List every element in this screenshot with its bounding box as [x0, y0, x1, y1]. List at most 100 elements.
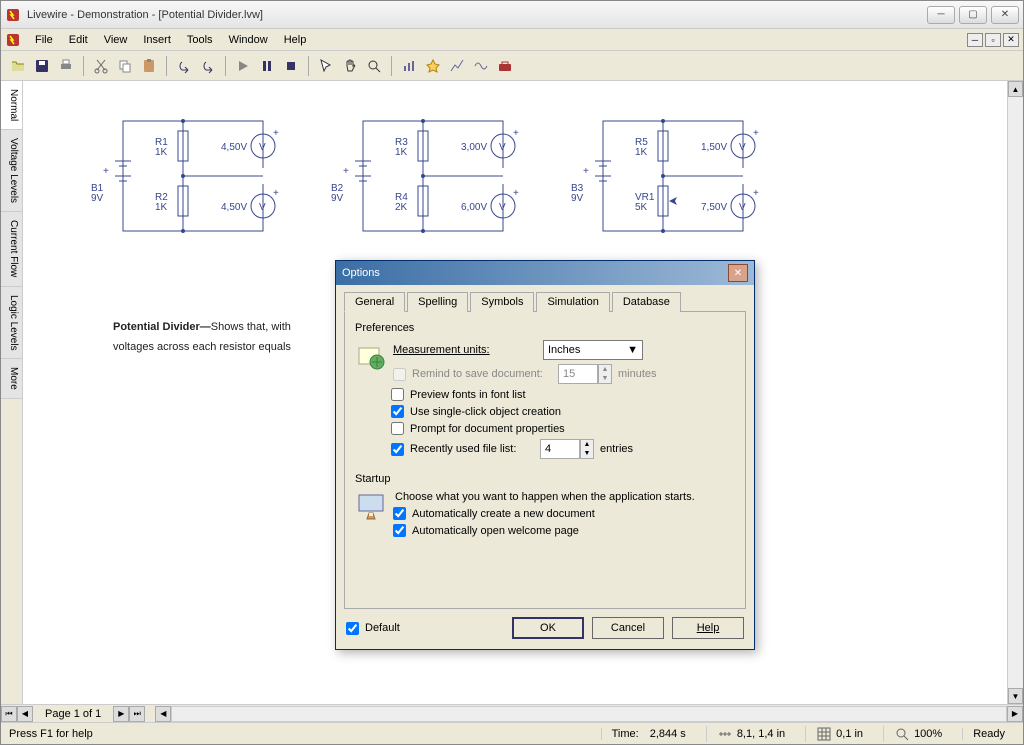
autonew-row: Automatically create a new document	[393, 507, 735, 520]
cancel-button[interactable]: Cancel	[592, 617, 664, 639]
menu-edit[interactable]: Edit	[61, 32, 96, 48]
pause-icon[interactable]	[256, 55, 278, 77]
svg-text:3,00V: 3,00V	[461, 142, 487, 153]
play-icon[interactable]	[232, 55, 254, 77]
startup-label: Startup	[355, 473, 735, 485]
recent-check[interactable]	[391, 443, 404, 456]
stop-icon[interactable]	[280, 55, 302, 77]
svg-text:+: +	[753, 128, 759, 139]
undo-icon[interactable]	[173, 55, 195, 77]
tab-general[interactable]: General	[344, 292, 405, 312]
tab-database[interactable]: Database	[612, 292, 681, 312]
chart-icon[interactable]	[398, 55, 420, 77]
pointer-icon[interactable]	[315, 55, 337, 77]
statusbar: Press F1 for help Time: 2,844 s 8,1, 1,4…	[1, 722, 1023, 744]
minimize-button[interactable]: ─	[927, 6, 955, 24]
ok-button[interactable]: OK	[512, 617, 584, 639]
svg-text:V: V	[259, 202, 266, 213]
tab-normal[interactable]: Normal	[1, 81, 22, 130]
page-prev-icon[interactable]: ◀	[17, 706, 33, 722]
status-ready: Ready	[962, 728, 1015, 740]
svg-text:4,50V: 4,50V	[221, 142, 247, 153]
single-row: Use single-click object creation	[391, 405, 735, 418]
meas-row: Measurement units: Inches▼	[393, 340, 735, 360]
zoom-icon	[894, 726, 910, 742]
scope-icon[interactable]	[470, 55, 492, 77]
tab-logic[interactable]: Logic Levels	[1, 287, 22, 360]
redo-icon[interactable]	[197, 55, 219, 77]
hscroll-track[interactable]	[171, 706, 1007, 722]
autonew-check[interactable]	[393, 507, 406, 520]
close-button[interactable]: ✕	[991, 6, 1019, 24]
svg-text:1K: 1K	[635, 147, 648, 158]
toolbox-icon[interactable]	[494, 55, 516, 77]
page-next-icon[interactable]: ▶	[113, 706, 129, 722]
preview-check[interactable]	[391, 388, 404, 401]
svg-text:2K: 2K	[395, 202, 408, 213]
menu-help[interactable]: Help	[276, 32, 315, 48]
tab-simulation[interactable]: Simulation	[536, 292, 609, 312]
recent-spinner[interactable]: ▲▼	[580, 439, 594, 459]
dialog-body: Preferences Measurement units: Inches▼ R…	[344, 311, 746, 609]
help-button[interactable]: Help	[672, 617, 744, 639]
svg-text:+: +	[273, 128, 279, 139]
svg-text:7,50V: 7,50V	[701, 202, 727, 213]
status-zoom: 100%	[883, 726, 952, 742]
single-check[interactable]	[391, 405, 404, 418]
scroll-left-icon[interactable]: ◀	[155, 706, 171, 722]
autowelcome-check[interactable]	[393, 524, 406, 537]
default-check[interactable]	[346, 622, 359, 635]
svg-text:9V: 9V	[331, 193, 344, 204]
save-icon[interactable]	[31, 55, 53, 77]
scroll-right-icon[interactable]: ▶	[1007, 706, 1023, 722]
menu-insert[interactable]: Insert	[135, 32, 179, 48]
meas-select[interactable]: Inches▼	[543, 340, 643, 360]
doc-heading: Potential Divider—	[113, 321, 211, 333]
dialog-title: Options ✕	[336, 261, 754, 285]
graph-icon[interactable]	[446, 55, 468, 77]
hand-icon[interactable]	[339, 55, 361, 77]
toolbar-sep	[83, 56, 84, 76]
page-last-icon[interactable]: ⏭	[129, 706, 145, 722]
svg-text:+: +	[753, 188, 759, 199]
menu-view[interactable]: View	[96, 32, 136, 48]
page-first-icon[interactable]: ⏮	[1, 706, 17, 722]
cut-icon[interactable]	[90, 55, 112, 77]
menu-window[interactable]: Window	[221, 32, 276, 48]
toolbar	[1, 51, 1023, 81]
vscroll[interactable]: ▲ ▼	[1007, 81, 1023, 704]
child-close[interactable]: ✕	[1003, 33, 1019, 47]
tab-symbols[interactable]: Symbols	[470, 292, 534, 312]
toolbar-sep	[308, 56, 309, 76]
copy-icon[interactable]	[114, 55, 136, 77]
paste-icon[interactable]	[138, 55, 160, 77]
tab-spelling[interactable]: Spelling	[407, 292, 468, 312]
child-maximize[interactable]: ▫	[985, 33, 1001, 47]
dialog-close-button[interactable]: ✕	[728, 264, 748, 282]
zoom-icon[interactable]	[363, 55, 385, 77]
remind-spinner: ▲▼	[598, 364, 612, 384]
tab-current[interactable]: Current Flow	[1, 212, 22, 286]
svg-text:+: +	[583, 166, 589, 177]
toolbar-sep	[225, 56, 226, 76]
open-icon[interactable]	[7, 55, 29, 77]
child-minimize[interactable]: ─	[967, 33, 983, 47]
prompt-check[interactable]	[391, 422, 404, 435]
menu-tools[interactable]: Tools	[179, 32, 221, 48]
menu-file[interactable]: File	[27, 32, 61, 48]
scroll-up-icon[interactable]: ▲	[1008, 81, 1023, 97]
doc-icon	[5, 32, 21, 48]
svg-text:9V: 9V	[571, 193, 584, 204]
maximize-button[interactable]: ▢	[959, 6, 987, 24]
print-icon[interactable]	[55, 55, 77, 77]
options-dialog: Options ✕ General Spelling Symbols Simul…	[335, 260, 755, 650]
svg-text:+: +	[513, 188, 519, 199]
recent-value[interactable]: 4	[540, 439, 580, 459]
tab-voltage[interactable]: Voltage Levels	[1, 130, 22, 212]
status-help: Press F1 for help	[9, 728, 93, 740]
tab-more[interactable]: More	[1, 359, 22, 399]
menubar: File Edit View Insert Tools Window Help …	[1, 29, 1023, 51]
wizard-icon[interactable]	[422, 55, 444, 77]
scroll-down-icon[interactable]: ▼	[1008, 688, 1023, 704]
svg-text:V: V	[739, 142, 746, 153]
